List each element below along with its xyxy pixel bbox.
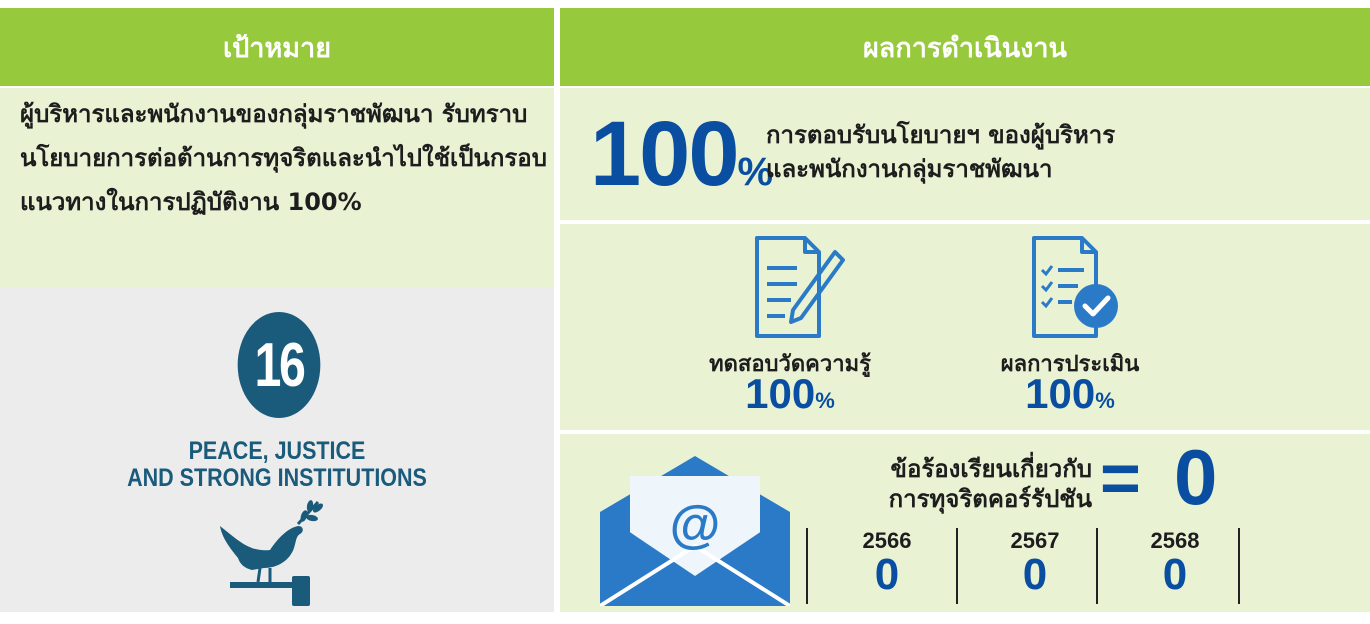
sdg-panel: 16 PEACE, JUSTICE AND STRONG INSTITUTION… [0,288,554,612]
year-divider [1238,528,1240,604]
goal-header-label: เป้าหมาย [222,32,332,64]
complaints-total: 0 [1174,433,1218,521]
knowledge-test-number: 100 [745,370,816,417]
checklist-check-icon [1032,236,1118,338]
evaluation-unit: % [1095,388,1115,413]
year-divider [806,528,808,604]
equals-sign: = [1100,439,1141,517]
acceptance-number: 100 [590,103,739,205]
evaluation-value: 100% [970,370,1170,418]
year-divider [956,528,958,604]
complaints-row: @ ข้อร้องเรียนเกี่ยวกับ การทุจริตคอร์รัป… [560,434,1370,612]
email-at-icon: @ [600,456,790,606]
acceptance-line1: การตอบรับนโยบายฯ ของผู้บริหาร [766,121,1116,149]
sdg-title-line1: PEACE, JUSTICE [188,437,366,465]
result-header: ผลการดำเนินงาน [560,8,1370,86]
year-count: 0 [1022,550,1048,599]
goal-text: ผู้บริหารและพนักงานของกลุ่มราชพัฒนา รับท… [20,100,547,216]
goal-header: เป้าหมาย [0,8,554,86]
acceptance-line2: และพนักงานกลุ่มราชพัฒนา [766,155,1053,183]
complaints-line1: ข้อร้องเรียนเกี่ยวกับ [890,455,1092,483]
complaints-line2: การทุจริตคอร์รัปชัน [888,485,1092,513]
goal-cell: ผู้บริหารและพนักงานของกลุ่มราชพัฒนา รับท… [0,88,554,288]
sdg-title-line2: AND STRONG INSTITUTIONS [127,464,427,492]
acceptance-row: 100% การตอบรับนโยบายฯ ของผู้บริหาร และพน… [560,88,1370,220]
knowledge-test-unit: % [815,388,835,413]
sdg-number-badge: 16 [237,312,321,418]
svg-text:@: @ [670,496,721,554]
year-count: 0 [1162,550,1188,599]
result-header-label: ผลการดำเนินงาน [862,32,1068,64]
knowledge-test-value: 100% [690,370,890,418]
complaints-description: ข้อร้องเรียนเกี่ยวกับ การทุจริตคอร์รัปชั… [810,454,1092,514]
dove-gavel-icon [220,500,323,606]
year-count: 0 [874,550,900,599]
stats-row: ทดสอบวัดความรู้ 100% ผลการประเมิน 100% [560,224,1370,430]
evaluation-number: 100 [1025,370,1096,417]
acceptance-description: การตอบรับนโยบายฯ ของผู้บริหาร และพนักงาน… [766,118,1115,186]
acceptance-value: 100% [590,104,773,222]
document-pencil-icon [755,236,845,338]
year-divider [1096,528,1098,604]
